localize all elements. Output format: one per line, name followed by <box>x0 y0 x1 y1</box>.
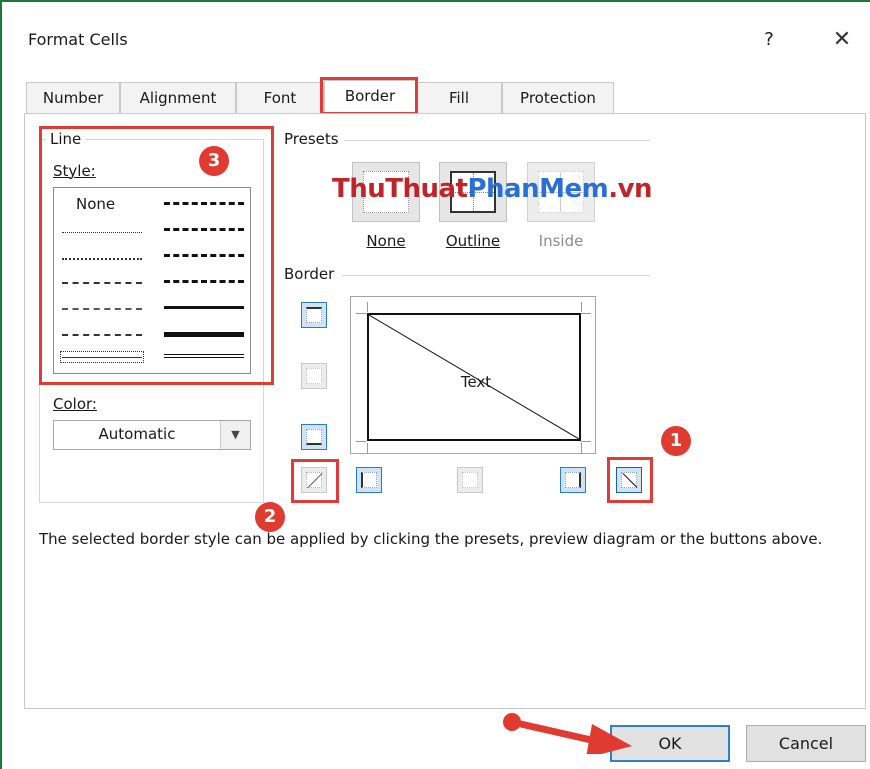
border-diagonal-up-button[interactable] <box>301 467 327 493</box>
tab-protection[interactable]: Protection <box>502 82 614 114</box>
annotation-arrow-icon <box>503 713 632 754</box>
color-dropdown[interactable]: Automatic ▼ <box>53 420 251 450</box>
border-inside-vertical-button[interactable] <box>457 467 483 493</box>
line-style-medium[interactable] <box>164 306 244 309</box>
line-style-hairline[interactable] <box>62 232 142 233</box>
border-bottom-icon <box>306 429 322 445</box>
border-separator <box>342 275 650 276</box>
line-group-label: Line <box>46 130 86 148</box>
line-style-none[interactable]: None <box>76 195 115 213</box>
border-left-icon <box>361 472 377 488</box>
line-style-list[interactable]: None <box>53 187 251 374</box>
presets-group-label: Presets <box>280 130 343 148</box>
tab-font[interactable]: Font <box>236 82 324 114</box>
line-style-dashed[interactable] <box>62 334 142 336</box>
border-right-button[interactable] <box>560 467 586 493</box>
diagonal-down-icon <box>621 472 638 488</box>
title-bar: Format Cells ? ✕ <box>2 2 870 72</box>
border-inside-vertical-icon <box>462 472 478 488</box>
border-inside-horizontal-icon <box>306 368 322 384</box>
border-top-icon <box>306 307 322 323</box>
line-style-dotted[interactable] <box>62 258 142 260</box>
line-style-dash-dot-dot[interactable] <box>62 282 142 284</box>
cancel-button[interactable]: Cancel <box>746 725 866 762</box>
preview-text: Text <box>460 373 492 391</box>
border-group-label: Border <box>280 265 339 283</box>
preset-inside-label: Inside <box>538 232 584 250</box>
dialog-title: Format Cells <box>28 30 128 49</box>
line-style-medium-dashed[interactable] <box>164 280 244 283</box>
diagonal-up-icon <box>306 472 323 488</box>
preset-outline-label: Outline <box>445 232 501 250</box>
format-cells-dialog: Format Cells ? ✕ Number Alignment Font B… <box>0 0 870 769</box>
style-label: Style: <box>49 162 100 180</box>
line-style-slanted-dash-dot[interactable] <box>164 228 244 231</box>
line-style-thick[interactable] <box>164 332 244 337</box>
preview-cell: Text <box>367 313 581 441</box>
line-style-medium-dash-dot[interactable] <box>164 254 244 257</box>
border-left-button[interactable] <box>356 467 382 493</box>
tab-number[interactable]: Number <box>26 82 120 114</box>
tab-alignment[interactable]: Alignment <box>120 82 236 114</box>
color-value: Automatic <box>98 425 176 443</box>
watermark-logo: ThuThuatPhanMem.vn <box>332 174 653 204</box>
border-inside-horizontal-button[interactable] <box>301 363 327 389</box>
border-preview[interactable]: Text <box>350 296 596 454</box>
color-label: Color: <box>49 395 101 413</box>
close-button[interactable]: ✕ <box>824 24 860 56</box>
line-style-thin[interactable] <box>62 357 142 358</box>
border-diagonal-down-button[interactable] <box>616 467 642 493</box>
border-bottom-button[interactable] <box>301 424 327 450</box>
tab-border[interactable]: Border <box>324 80 416 114</box>
tab-fill[interactable]: Fill <box>416 82 502 114</box>
chevron-down-icon[interactable]: ▼ <box>220 421 250 449</box>
line-style-dash-dot[interactable] <box>62 308 142 310</box>
border-right-icon <box>565 472 581 488</box>
line-style-double[interactable] <box>164 354 244 358</box>
help-button[interactable]: ? <box>754 26 784 54</box>
preset-none-label: None <box>366 232 406 250</box>
border-top-button[interactable] <box>301 302 327 328</box>
help-text: The selected border style can be applied… <box>39 530 823 548</box>
annotation-badge-1: 1 <box>661 426 691 456</box>
presets-separator <box>344 140 650 141</box>
line-style-medium-dash-dot-dot[interactable] <box>164 202 244 205</box>
annotation-badge-3: 3 <box>199 146 229 176</box>
